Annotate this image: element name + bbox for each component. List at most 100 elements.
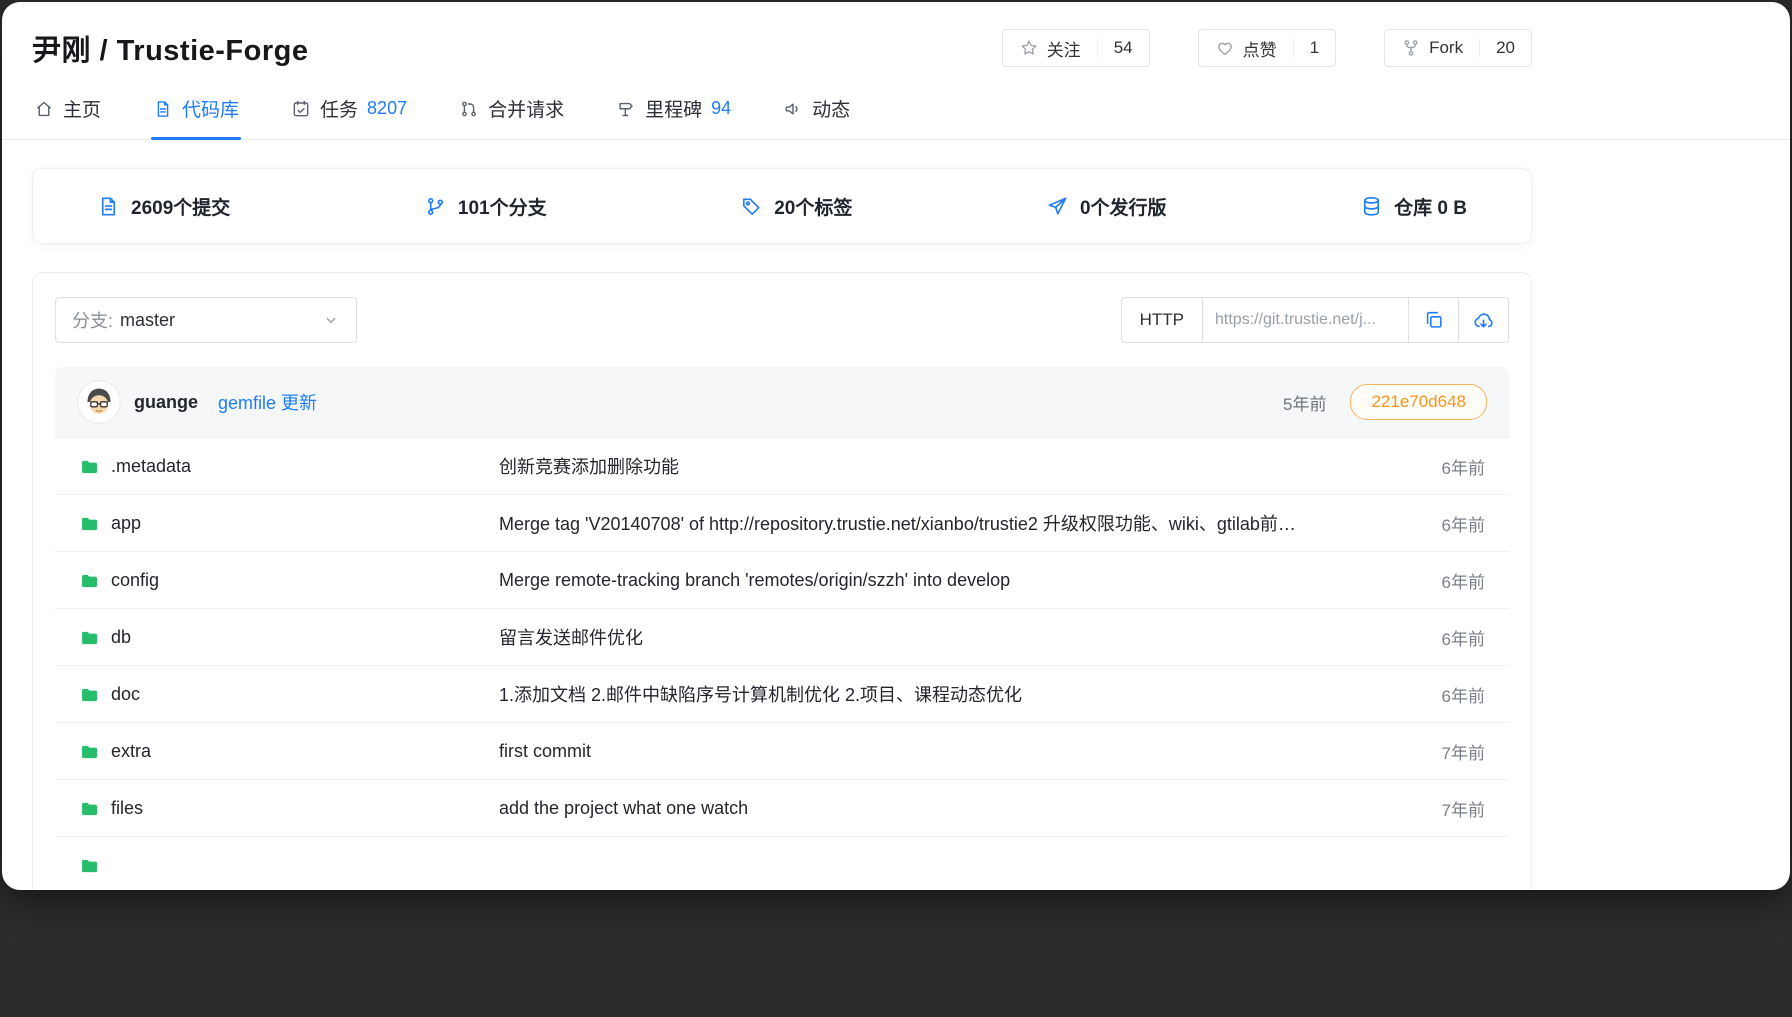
file-commit-message[interactable]: 1.添加文档 2.邮件中缺陷序号计算机制优化 2.项目、课程动态优化 — [499, 681, 1415, 707]
file-name[interactable]: app — [111, 513, 141, 534]
tab-home[interactable]: 主页 — [32, 79, 103, 139]
folder-icon — [79, 627, 100, 648]
repo-tab-bar: 主页 代码库 任务 8207 合并请求 里程碑 94 — [2, 79, 1790, 140]
watch-button[interactable]: 关注 54 — [1002, 29, 1150, 67]
commit-meta: 5年前 221e70d648 — [1283, 384, 1487, 420]
tab-activity[interactable]: 动态 — [781, 79, 852, 139]
protocol-http-button[interactable]: HTTP — [1121, 297, 1203, 343]
fork-label: Fork — [1429, 38, 1463, 58]
branch-selector[interactable]: 分支: master — [55, 297, 357, 343]
praise-label: 点赞 — [1243, 36, 1277, 61]
file-name[interactable]: doc — [111, 684, 140, 705]
tab-tasks[interactable]: 任务 8207 — [289, 79, 409, 139]
header-actions: 关注 54 点赞 1 Fork 20 — [1002, 29, 1532, 67]
branch-icon — [424, 195, 447, 218]
file-name[interactable]: extra — [111, 741, 151, 762]
folder-icon — [79, 855, 100, 876]
file-commit-time: 6年前 — [1415, 454, 1485, 479]
activity-icon — [783, 99, 803, 119]
stat-tags[interactable]: 20个标签 — [740, 193, 852, 220]
file-commit-message[interactable]: Merge tag 'V20140708' of http://reposito… — [499, 510, 1415, 536]
table-row[interactable]: extra first commit 7年前 — [55, 722, 1509, 779]
folder-icon — [79, 456, 100, 477]
table-row[interactable]: .metadata 创新竞赛添加删除功能 6年前 — [55, 437, 1509, 494]
tag-icon — [740, 195, 763, 218]
stat-commits-label: 2609个提交 — [131, 193, 230, 220]
stat-repo-size: 仓库 0 B — [1360, 193, 1467, 220]
stat-commits[interactable]: 2609个提交 — [97, 193, 230, 220]
table-row[interactable]: files add the project what one watch 7年前 — [55, 779, 1509, 836]
stat-releases[interactable]: 0个发行版 — [1046, 193, 1167, 220]
star-icon — [1019, 38, 1039, 58]
cloud-download-icon — [1472, 309, 1495, 332]
commit-time: 5年前 — [1283, 390, 1326, 415]
fork-button[interactable]: Fork 20 — [1384, 29, 1532, 67]
copy-url-button[interactable] — [1409, 297, 1459, 343]
tab-code-repository[interactable]: 代码库 — [151, 79, 241, 139]
file-commit-time: 7年前 — [1415, 796, 1485, 821]
file-name[interactable]: .metadata — [111, 456, 191, 477]
chevron-down-icon — [322, 311, 340, 329]
page-title: 尹刚 / Trustie-Forge — [32, 27, 308, 69]
repo-page-window: 尹刚 / Trustie-Forge 关注 54 点赞 1 — [2, 2, 1790, 890]
file-commit-time: 6年前 — [1415, 682, 1485, 707]
commit-hash-badge[interactable]: 221e70d648 — [1350, 384, 1487, 420]
task-icon — [291, 99, 311, 119]
file-commit-message[interactable]: Merge remote-tracking branch 'remotes/or… — [499, 570, 1415, 591]
clone-url-group: HTTP — [1121, 297, 1509, 343]
file-name[interactable]: db — [111, 627, 131, 648]
file-commit-time: 6年前 — [1415, 625, 1485, 650]
file-name-cell[interactable]: app — [79, 513, 499, 534]
file-name-cell[interactable]: config — [79, 570, 499, 591]
file-commit-message[interactable]: first commit — [499, 741, 1415, 762]
table-row[interactable]: config Merge remote-tracking branch 'rem… — [55, 551, 1509, 608]
repo-icon — [153, 99, 173, 119]
file-name[interactable]: files — [111, 798, 143, 819]
page-header: 尹刚 / Trustie-Forge 关注 54 点赞 1 — [32, 2, 1532, 79]
stat-releases-label: 0个发行版 — [1080, 193, 1167, 220]
avatar[interactable] — [77, 380, 121, 424]
praise-button[interactable]: 点赞 1 — [1198, 29, 1336, 67]
table-row[interactable]: app Merge tag 'V20140708' of http://repo… — [55, 494, 1509, 551]
file-name-cell[interactable]: .metadata — [79, 456, 499, 477]
folder-icon — [79, 570, 100, 591]
table-row[interactable]: doc 1.添加文档 2.邮件中缺陷序号计算机制优化 2.项目、课程动态优化 6… — [55, 665, 1509, 722]
table-row[interactable]: db 留言发送邮件优化 6年前 — [55, 608, 1509, 665]
watch-label: 关注 — [1047, 36, 1081, 61]
tab-merge-requests[interactable]: 合并请求 — [457, 79, 566, 139]
stat-branches[interactable]: 101个分支 — [424, 193, 547, 220]
clone-url-input[interactable] — [1215, 311, 1396, 329]
tab-tasks-count: 8207 — [367, 98, 407, 119]
commit-icon — [97, 195, 120, 218]
file-commit-message[interactable]: add the project what one watch — [499, 798, 1415, 819]
file-name-cell[interactable] — [79, 855, 499, 876]
folder-icon — [79, 798, 100, 819]
file-name-cell[interactable]: files — [79, 798, 499, 819]
database-icon — [1360, 195, 1383, 218]
latest-commit-bar: guange gemfile 更新 5年前 221e70d648 — [55, 367, 1509, 437]
home-icon — [34, 99, 54, 119]
file-name[interactable]: config — [111, 570, 159, 591]
file-commit-message[interactable]: 留言发送邮件优化 — [499, 624, 1415, 650]
tab-milestones-count: 94 — [711, 98, 731, 119]
file-name-cell[interactable]: doc — [79, 684, 499, 705]
repo-toolbar: 分支: master HTTP — [33, 273, 1531, 367]
tab-milestones[interactable]: 里程碑 94 — [614, 79, 733, 139]
table-row[interactable] — [55, 836, 1509, 890]
folder-icon — [79, 513, 100, 534]
file-commit-message[interactable]: 创新竞赛添加删除功能 — [499, 453, 1415, 479]
repo-card: 分支: master HTTP — [32, 272, 1532, 890]
file-name-cell[interactable]: extra — [79, 741, 499, 762]
tab-merge-requests-label: 合并请求 — [488, 95, 564, 122]
tab-home-label: 主页 — [63, 95, 101, 122]
stat-repo-size-label: 仓库 0 B — [1394, 193, 1467, 220]
file-name-cell[interactable]: db — [79, 627, 499, 648]
merge-request-icon — [459, 99, 479, 119]
file-commit-time: 6年前 — [1415, 568, 1485, 593]
fork-icon — [1401, 38, 1421, 58]
stat-tags-label: 20个标签 — [774, 193, 852, 220]
download-zip-button[interactable] — [1459, 297, 1509, 343]
release-icon — [1046, 195, 1069, 218]
commit-author[interactable]: guange — [134, 392, 198, 413]
commit-message-link[interactable]: gemfile 更新 — [218, 389, 317, 415]
